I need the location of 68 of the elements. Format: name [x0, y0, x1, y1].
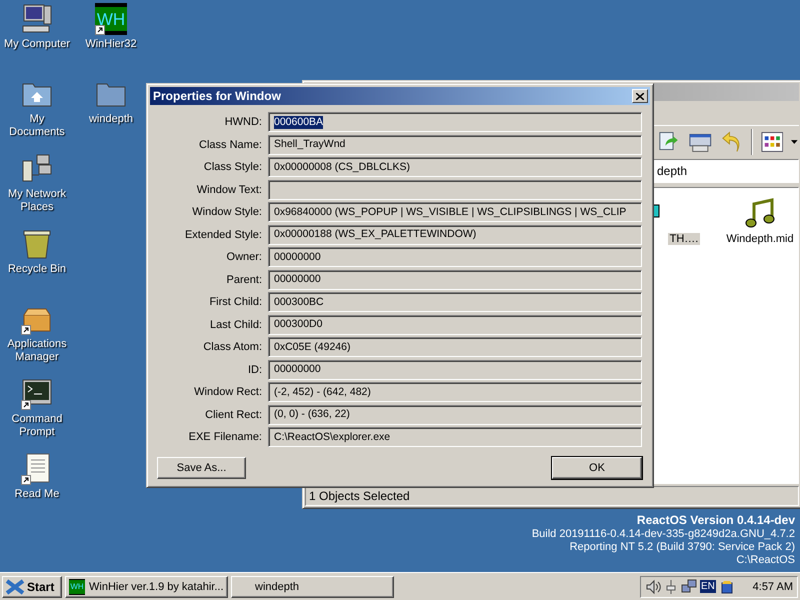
field-label: Window Rect: [193, 386, 262, 398]
caret-icon[interactable] [791, 140, 799, 144]
read-only-field[interactable]: (0, 0) - (636, 22) [268, 404, 642, 424]
field-label: Window Text: [196, 184, 262, 196]
desktop-icon-label[interactable]: Recycle Bin [1, 263, 73, 276]
grid-view-icon[interactable] [760, 131, 784, 153]
language-indicator[interactable]: EN [700, 580, 716, 593]
music-note-icon [744, 198, 776, 230]
dialog-button[interactable]: OK [552, 457, 642, 479]
read-only-field[interactable]: 0x00000008 (CS_DBLCLKS) [268, 157, 642, 177]
clock: 4:57 AM [752, 580, 793, 592]
field-label: Window Style: [191, 206, 262, 218]
desktop-icon-label[interactable]: My Documents [1, 113, 73, 139]
app-logo: WH [95, 3, 127, 35]
field-label: Class Style: [202, 161, 262, 173]
monitors-icon[interactable] [681, 578, 697, 594]
logo-icon [5, 578, 25, 594]
read-only-field[interactable]: 00000000 [268, 360, 642, 380]
read-only-field[interactable]: (-2, 452) - (642, 482) [268, 382, 642, 402]
read-only-field[interactable]: 00000000 [268, 247, 642, 267]
field-label: EXE Filename: [188, 431, 262, 443]
read-only-field[interactable]: 000300BC [268, 292, 642, 312]
read-only-field[interactable] [268, 180, 642, 200]
speaker-icon[interactable] [645, 578, 661, 594]
field-label: Owner: [226, 251, 262, 263]
read-only-field[interactable]: 0x00000188 (WS_EX_PALETTEWINDOW) [268, 224, 642, 244]
version-heading: ReactOS Version 0.4.14-dev [636, 513, 795, 528]
version-text: C:\ReactOS [736, 554, 795, 567]
dialog-title: Properties for Window [153, 89, 281, 103]
read-only-field[interactable]: 0xC05E (49246) [268, 337, 642, 357]
read-only-field[interactable]: 00000000 [268, 270, 642, 290]
read-only-field[interactable]: 000600BA [268, 112, 642, 132]
desktop-icon-label[interactable]: Read Me [1, 488, 73, 501]
read-only-field[interactable]: 0x96840000 (WS_POPUP | WS_VISIBLE | WS_CLIPSIBLINGS | WS_CLIP [268, 202, 642, 222]
computer-icon [21, 3, 53, 35]
dialog-button[interactable]: Save As... [157, 457, 246, 479]
field-label: ID: [246, 364, 262, 376]
tray-app-icon[interactable] [718, 578, 735, 594]
file-label[interactable]: Windepth.mid [724, 233, 796, 245]
field-label: Class Atom: [202, 341, 262, 353]
taskbar-button[interactable]: windepth [231, 576, 394, 598]
desktop-icon-label[interactable]: windepth [75, 113, 147, 126]
close-icon [636, 92, 644, 100]
read-only-field[interactable]: C:\ReactOS\explorer.exe [268, 427, 642, 447]
field-label: Parent: [226, 274, 262, 286]
close-button[interactable] [632, 89, 648, 103]
desktop-icon-label[interactable]: Command Prompt [1, 413, 73, 439]
field-label: Extended Style: [184, 228, 262, 240]
version-text: Reporting NT 5.2 (Build 3790: Service Pack 2) [570, 541, 795, 554]
field-label: HWND: [224, 116, 262, 128]
field-label: Class Name: [198, 138, 262, 150]
field-label: Last Child: [209, 318, 262, 330]
desktop-icon-label[interactable]: My Network Places [1, 188, 73, 214]
start-button[interactable]: Start [2, 576, 62, 598]
read-only-field[interactable]: Shell_TrayWnd [268, 134, 642, 154]
desktop-icon-label[interactable]: My Computer [1, 38, 73, 51]
read-only-field[interactable]: 000300D0 [268, 314, 642, 334]
file-label[interactable]: TH…. [668, 233, 700, 245]
desktop-icon-label[interactable]: Applications Manager [1, 338, 73, 364]
address-field[interactable]: depth [653, 159, 799, 183]
field-label: First Child: [208, 296, 262, 308]
version-text: Build 20191116-0.4.14-dev-335-g8249d2a.GNU_4.7.2 [532, 528, 795, 541]
network-plug-icon[interactable] [664, 578, 678, 594]
taskbar-button[interactable]: WH WinHier ver.1.9 by katahir... [65, 576, 228, 598]
recycle-bin-icon [21, 228, 53, 260]
app-logo: WH [69, 578, 85, 594]
desktop-icon-label[interactable]: WinHier32 [75, 38, 147, 51]
field-label: Client Rect: [204, 408, 262, 420]
